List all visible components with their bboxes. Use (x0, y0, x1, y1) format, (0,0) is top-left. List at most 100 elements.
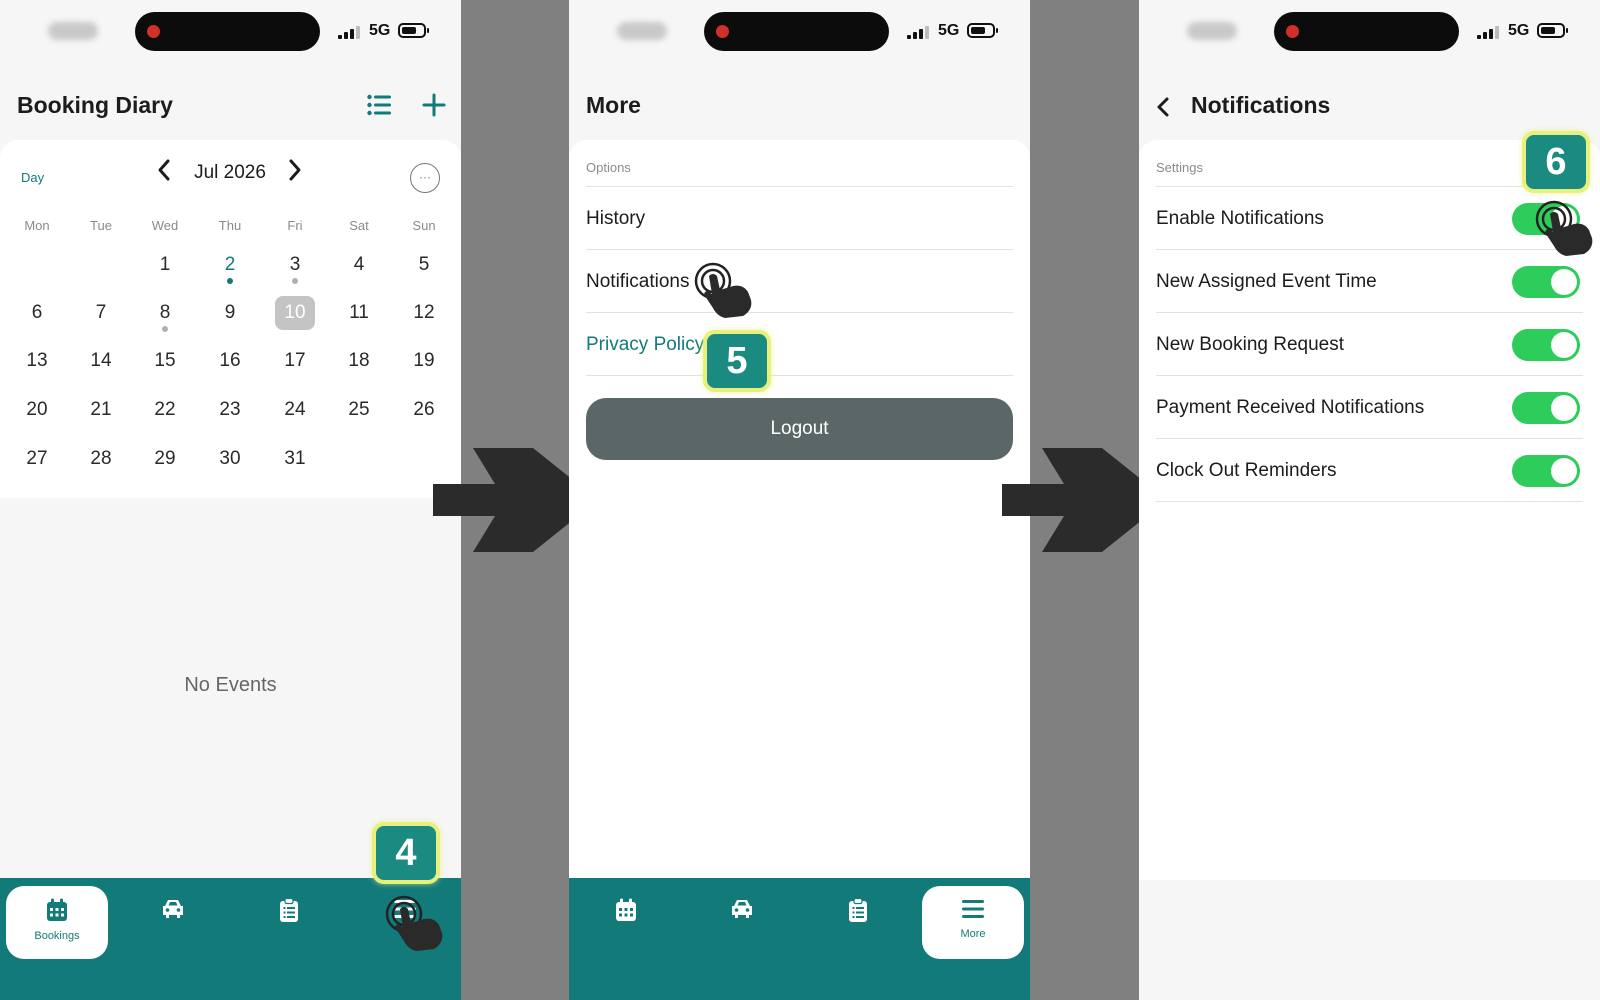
calendar-options-icon[interactable]: ··· (410, 163, 440, 193)
calendar-day[interactable]: 24 (275, 393, 315, 427)
calendar-day[interactable]: 28 (81, 442, 121, 476)
menu-item-privacy-policy[interactable]: Privacy Policy (586, 334, 704, 356)
weekday-header: Thu (218, 218, 242, 233)
clock-out-reminders-toggle[interactable] (1512, 455, 1580, 487)
status-bar: 5G (569, 0, 1030, 64)
calendar-day[interactable]: 4 (339, 248, 379, 282)
signal-icon (1477, 26, 1499, 39)
weekday-header: Sat (349, 218, 369, 233)
divider (1156, 501, 1583, 502)
calendar-day[interactable]: 18 (339, 344, 379, 378)
logout-button[interactable]: Logout (586, 398, 1013, 460)
menu-icon (962, 900, 984, 918)
calendar-day[interactable]: 16 (210, 344, 250, 378)
page-title: Booking Diary (17, 92, 173, 118)
divider (1156, 375, 1583, 376)
setting-clock-out-reminders: Clock Out Reminders (1156, 460, 1337, 481)
calendar-icon (616, 898, 636, 921)
add-booking-icon[interactable] (422, 93, 446, 121)
divider (586, 186, 1013, 187)
status-time (617, 22, 667, 40)
view-mode-toggle[interactable]: Day (21, 170, 44, 185)
back-arrow-icon[interactable] (1156, 96, 1170, 123)
event-indicator-dot (227, 278, 233, 284)
recording-dot (1286, 25, 1299, 38)
calendar-day[interactable]: 10 (275, 296, 315, 330)
calendar-day[interactable]: 11 (339, 296, 379, 330)
page-title: Notifications (1191, 92, 1331, 118)
tab-vehicles[interactable] (122, 886, 224, 959)
no-events-message: No Events (184, 674, 277, 696)
status-bar: 5G (1139, 0, 1600, 64)
weekday-header: Sun (412, 218, 436, 233)
menu-item-history[interactable]: History (586, 208, 645, 230)
divider (586, 249, 1013, 250)
calendar-card: Day Jul 2026 ··· Mon Tue Wed Thu Fri Sat Sun 1… (0, 140, 461, 498)
calendar-day[interactable]: 23 (210, 393, 250, 427)
battery-icon (398, 23, 429, 38)
payment-received-toggle[interactable] (1512, 392, 1580, 424)
calendar-day[interactable]: 31 (275, 442, 315, 476)
dynamic-island (1274, 12, 1459, 51)
tap-hand-icon (694, 262, 752, 318)
weekday-header: Mon (24, 218, 50, 233)
tab-label: Bookings (34, 930, 80, 942)
signal-icon (338, 26, 360, 39)
calendar-day[interactable]: 3 (275, 248, 315, 282)
tab-bar: More (569, 878, 1030, 1000)
calendar-day[interactable]: 5 (404, 248, 444, 282)
dynamic-island (704, 12, 889, 51)
notifications-screen: 5G Notifications Settings Enable Notific… (1139, 0, 1600, 1000)
section-header: Options (586, 160, 631, 175)
next-month-icon[interactable] (288, 158, 302, 189)
network-label: 5G (1508, 22, 1530, 39)
tab-more[interactable]: More (922, 886, 1024, 959)
calendar-day[interactable]: 14 (81, 344, 121, 378)
weekday-header: Tue (90, 218, 112, 233)
calendar-month: Jul 2026 (194, 162, 266, 183)
calendar-day[interactable]: 15 (145, 344, 185, 378)
new-booking-request-toggle[interactable] (1512, 329, 1580, 361)
divider (1156, 249, 1583, 250)
setting-enable-notifications: Enable Notifications (1156, 208, 1324, 229)
calendar-day[interactable]: 2 (210, 248, 250, 282)
weekday-header: Fri (287, 218, 303, 233)
calendar-day[interactable]: 25 (339, 393, 379, 427)
more-screen: 5G More Options History Notifications Pr… (569, 0, 1030, 1000)
event-indicator-dot (162, 326, 168, 332)
tab-vehicles[interactable] (691, 886, 793, 959)
calendar-day[interactable]: 9 (210, 296, 250, 330)
clipboard-icon (280, 898, 298, 922)
calendar-day[interactable]: 21 (81, 393, 121, 427)
tab-tasks[interactable] (238, 886, 340, 959)
list-view-icon[interactable] (367, 94, 391, 120)
calendar-day[interactable]: 13 (17, 344, 57, 378)
tap-hand-icon (385, 895, 443, 951)
calendar-day[interactable]: 30 (210, 442, 250, 476)
calendar-day[interactable]: 1 (145, 248, 185, 282)
calendar-day[interactable]: 8 (145, 296, 185, 330)
menu-item-notifications[interactable]: Notifications (586, 271, 690, 293)
calendar-day[interactable]: 26 (404, 393, 444, 427)
calendar-day[interactable]: 20 (17, 393, 57, 427)
tap-hand-icon (1535, 200, 1593, 256)
tab-label: More (960, 928, 986, 940)
calendar-day[interactable]: 17 (275, 344, 315, 378)
calendar-day[interactable]: 6 (17, 296, 57, 330)
tab-tasks[interactable] (807, 886, 909, 959)
calendar-day[interactable]: 22 (145, 393, 185, 427)
section-header: Settings (1156, 160, 1203, 175)
new-assigned-event-time-toggle[interactable] (1512, 266, 1580, 298)
tab-bookings[interactable] (575, 886, 677, 959)
settings-card: Settings Enable Notifications New Assign… (1139, 140, 1600, 880)
calendar-day[interactable]: 7 (81, 296, 121, 330)
tab-bookings[interactable]: Bookings (6, 886, 108, 959)
options-card: Options History Notifications Privacy Po… (569, 140, 1030, 880)
calendar-day[interactable]: 12 (404, 296, 444, 330)
calendar-day[interactable]: 19 (404, 344, 444, 378)
booking-diary-screen: 5G Booking Diary Day Jul 2026 ··· Mon Tue… (0, 0, 461, 1000)
battery-icon (967, 23, 998, 38)
calendar-day[interactable]: 29 (145, 442, 185, 476)
calendar-day[interactable]: 27 (17, 442, 57, 476)
network-label: 5G (938, 22, 960, 39)
